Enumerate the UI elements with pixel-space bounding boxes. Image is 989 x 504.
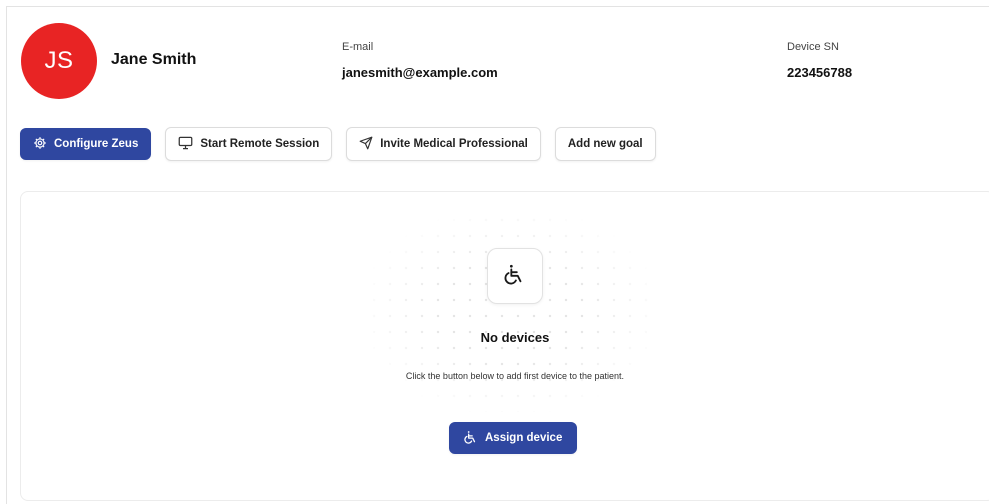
monitor-icon	[178, 136, 193, 153]
patient-panel: JS Jane Smith E-mail janesmith@example.c…	[6, 6, 989, 504]
devices-card: No devices Click the button below to add…	[20, 191, 989, 501]
send-icon	[359, 136, 373, 153]
configure-zeus-button[interactable]: Configure Zeus	[20, 128, 152, 160]
assign-device-label: Assign device	[485, 432, 563, 444]
avatar: JS	[21, 23, 97, 99]
empty-state-description: Click the button below to add first devi…	[405, 371, 625, 381]
email-label: E-mail	[342, 41, 374, 53]
start-remote-session-button[interactable]: Start Remote Session	[165, 127, 333, 161]
patient-name: Jane Smith	[111, 51, 197, 68]
configure-zeus-label: Configure Zeus	[54, 138, 139, 150]
empty-state-title: No devices	[480, 330, 550, 345]
action-toolbar: Configure Zeus Start Remote Session Invi…	[20, 127, 656, 161]
device-sn-value: 223456788	[787, 65, 853, 80]
wheelchair-icon	[464, 430, 478, 447]
assign-device-button[interactable]: Assign device	[449, 422, 578, 454]
invite-medical-professional-button[interactable]: Invite Medical Professional	[346, 127, 541, 161]
avatar-initials: JS	[44, 47, 74, 74]
add-new-goal-label: Add new goal	[567, 138, 643, 150]
gear-icon	[33, 136, 47, 153]
invite-medical-professional-label: Invite Medical Professional	[380, 138, 528, 150]
device-sn-label: Device SN	[787, 41, 839, 53]
add-new-goal-button[interactable]: Add new goal	[554, 127, 656, 161]
wheelchair-icon	[504, 263, 526, 290]
email-value: janesmith@example.com	[342, 65, 498, 80]
empty-state-icon-box	[487, 248, 543, 304]
start-remote-session-label: Start Remote Session	[200, 138, 320, 150]
